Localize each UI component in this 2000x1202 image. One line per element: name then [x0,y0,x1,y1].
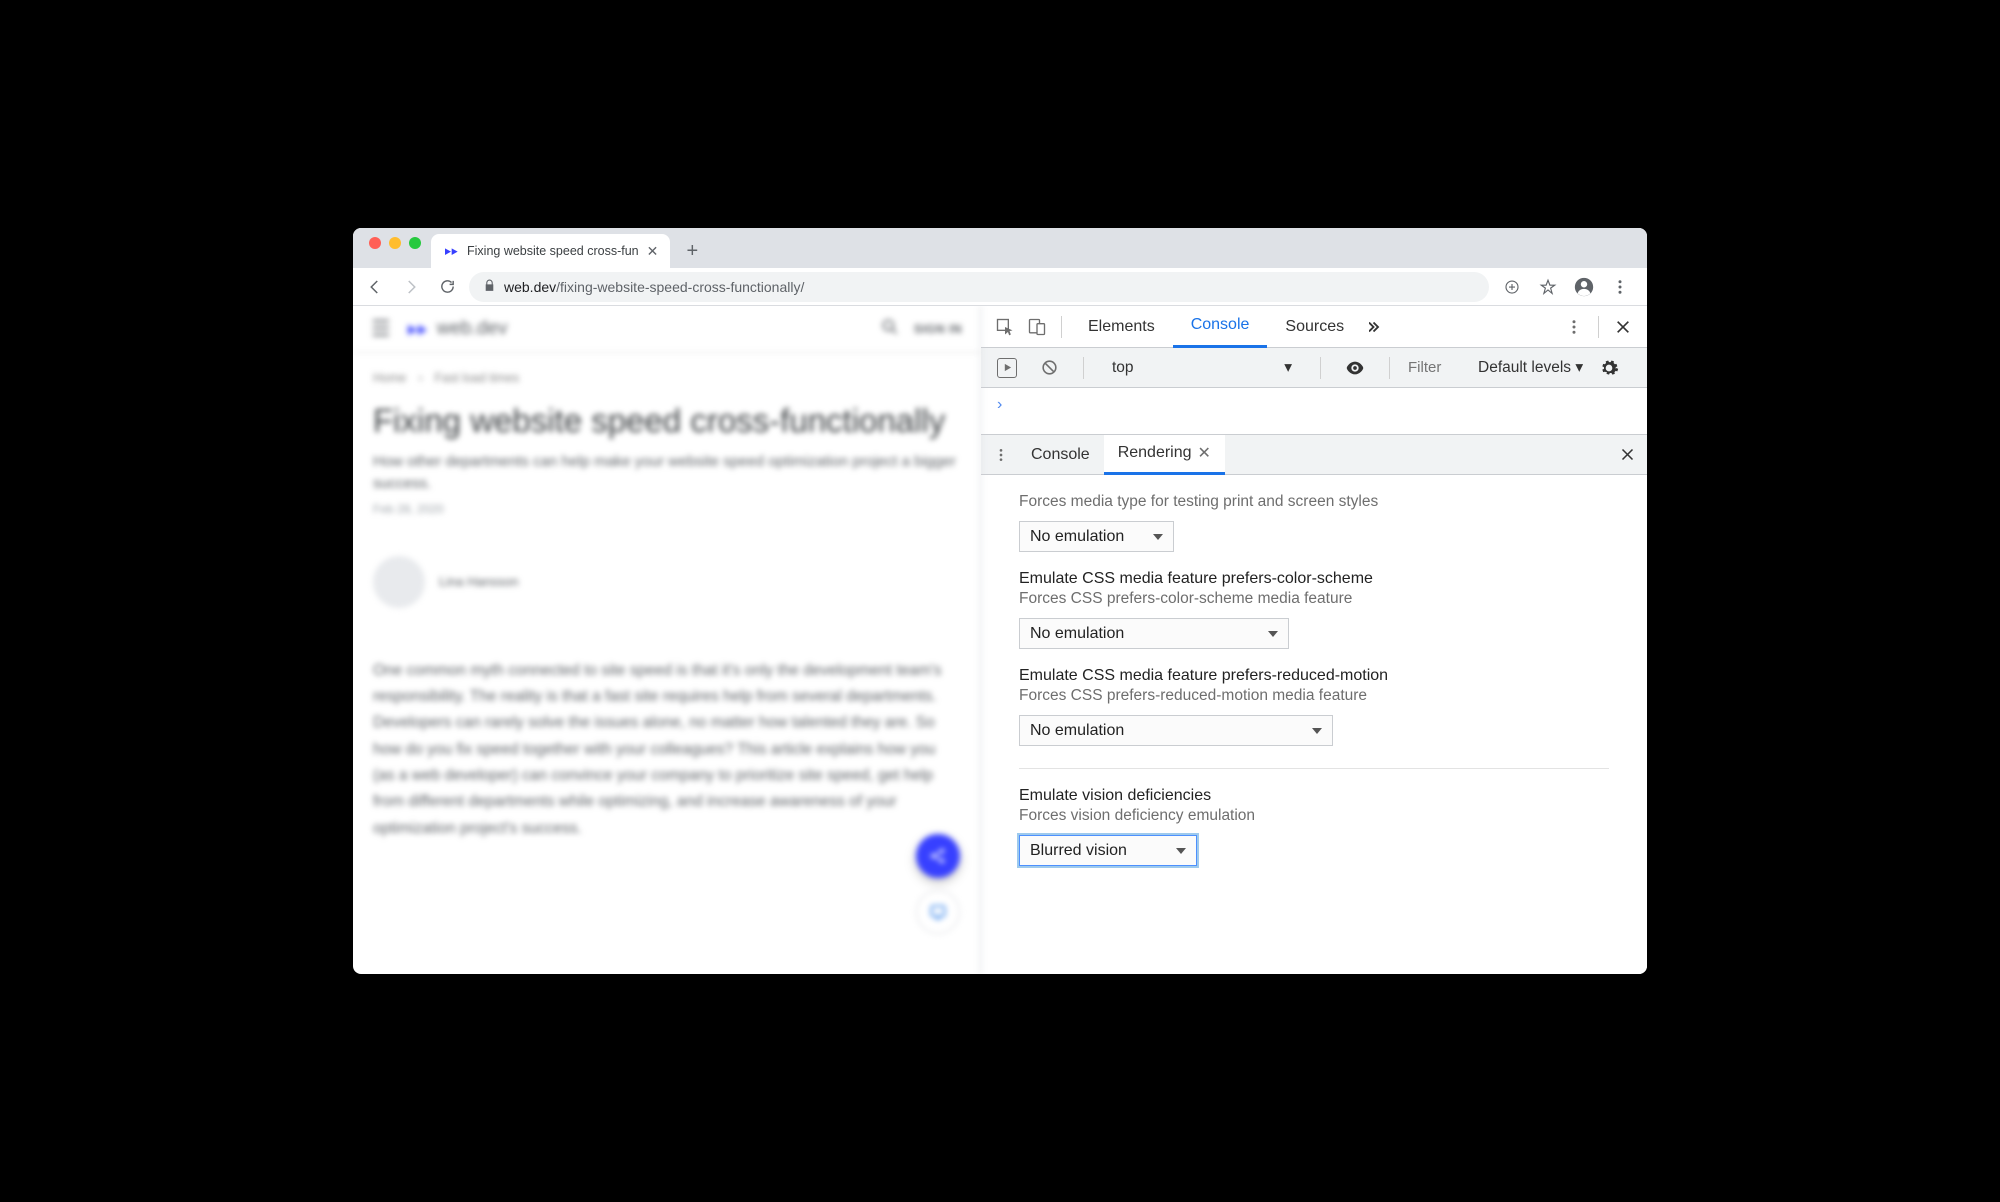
address-bar[interactable]: web.dev/fixing-website-speed-cross-funct… [469,272,1489,302]
prefers-reduced-motion-select[interactable]: No emulation [1019,715,1333,746]
article-paragraph: One common myth connected to site speed … [373,658,960,842]
search-icon[interactable] [880,317,900,342]
zoom-indicator-icon[interactable] [1497,272,1527,302]
tab-strip: Fixing website speed cross-fun ✕ + [353,228,1647,268]
live-expression-icon[interactable] [1339,352,1371,384]
profile-icon[interactable] [1569,272,1599,302]
vision-deficiency-title: Emulate vision deficiencies [1019,787,1609,805]
devtools-close-icon[interactable] [1607,311,1639,343]
lock-icon [483,279,496,295]
prefers-color-scheme-desc: Forces CSS prefers-color-scheme media fe… [1019,590,1609,608]
page-date: Feb 28, 2020 [373,502,960,516]
prefers-reduced-motion-title: Emulate CSS media feature prefers-reduce… [1019,667,1609,685]
drawer-tab-console[interactable]: Console [1017,435,1104,475]
clear-console-icon[interactable] [1033,352,1065,384]
devtools-panel: Elements Console Sources top ▾ [981,306,1647,974]
close-window-button[interactable] [369,237,381,249]
log-levels-select[interactable]: Default levels ▾ [1478,358,1583,377]
prefers-color-scheme-select[interactable]: No emulation [1019,618,1289,649]
media-type-desc: Forces media type for testing print and … [1019,493,1609,511]
vision-deficiency-desc: Forces vision deficiency emulation [1019,807,1609,825]
execution-context-label: top [1112,359,1134,377]
favicon-icon [443,243,459,259]
tab-sources[interactable]: Sources [1267,306,1362,348]
console-sidebar-toggle-icon[interactable] [991,352,1023,384]
drawer-tabbar: Console Rendering ✕ [981,435,1647,475]
browser-tab[interactable]: Fixing website speed cross-fun ✕ [431,234,670,268]
browser-window: Fixing website speed cross-fun ✕ + web.d… [353,228,1647,974]
rendering-panel: Forces media type for testing print and … [981,475,1647,974]
prefers-reduced-motion-desc: Forces CSS prefers-reduced-motion media … [1019,687,1609,705]
console-settings-icon[interactable] [1593,352,1625,384]
hamburger-icon[interactable]: ☰ [371,316,391,342]
window-controls [365,237,431,259]
breadcrumb: Home › Fast load times [373,371,960,385]
site-header: ☰ web.dev SIGN IN [353,306,980,353]
back-button[interactable] [361,273,389,301]
device-toggle-icon[interactable] [1021,311,1053,343]
maximize-window-button[interactable] [409,237,421,249]
breadcrumb-sep: › [418,371,422,385]
devtools-tabbar: Elements Console Sources [981,306,1647,348]
breadcrumb-section[interactable]: Fast load times [435,371,520,385]
author-block: Lina Hansson [373,556,960,608]
url-text: web.dev/fixing-website-speed-cross-funct… [504,279,804,295]
bookmark-star-icon[interactable] [1533,272,1563,302]
drawer-tab-rendering[interactable]: Rendering ✕ [1104,435,1225,475]
chevron-down-icon: ▾ [1284,358,1292,377]
devtools-drawer: Console Rendering ✕ Forces media type fo… [981,434,1647,974]
page-title: Fixing website speed cross-functionally [373,401,960,441]
author-name: Lina Hansson [439,574,519,589]
drawer-tab-rendering-label: Rendering [1118,444,1192,462]
reload-button[interactable] [433,273,461,301]
minimize-window-button[interactable] [389,237,401,249]
breadcrumb-home[interactable]: Home [373,371,406,385]
console-output[interactable]: › [981,388,1647,434]
new-tab-button[interactable]: + [678,237,706,265]
devtools-settings-icon[interactable] [1558,311,1590,343]
site-name: web.dev [437,318,508,340]
forward-button[interactable] [397,273,425,301]
author-avatar [373,556,425,608]
drawer-tab-close-icon[interactable]: ✕ [1198,443,1211,463]
drawer-close-icon[interactable] [1611,439,1643,471]
inspect-element-icon[interactable] [989,311,1021,343]
tab-title: Fixing website speed cross-fun [467,244,639,258]
page-subtitle: How other departments can help make your… [373,451,960,496]
page-content: ☰ web.dev SIGN IN Home › Fast load times… [353,306,981,974]
browser-toolbar: web.dev/fixing-website-speed-cross-funct… [353,268,1647,306]
drawer-menu-icon[interactable] [985,439,1017,471]
feedback-fab[interactable] [916,890,960,934]
tab-console[interactable]: Console [1173,306,1268,348]
site-logo[interactable]: web.dev [405,317,508,341]
console-prompt-icon: › [997,396,1002,413]
signin-button[interactable]: SIGN IN [914,322,962,336]
kebab-menu-icon[interactable] [1605,272,1635,302]
media-type-select[interactable]: No emulation [1019,521,1174,552]
tab-elements[interactable]: Elements [1070,306,1173,348]
console-filter-input[interactable] [1408,359,1468,376]
more-tabs-icon[interactable] [1362,311,1394,343]
tab-close-icon[interactable]: ✕ [647,243,659,260]
vision-deficiency-select[interactable]: Blurred vision [1019,835,1197,866]
execution-context-select[interactable]: top ▾ [1102,354,1302,382]
share-fab[interactable] [916,834,960,878]
console-toolbar: top ▾ Default levels ▾ [981,348,1647,388]
prefers-color-scheme-title: Emulate CSS media feature prefers-color-… [1019,570,1609,588]
section-divider [1019,768,1609,769]
